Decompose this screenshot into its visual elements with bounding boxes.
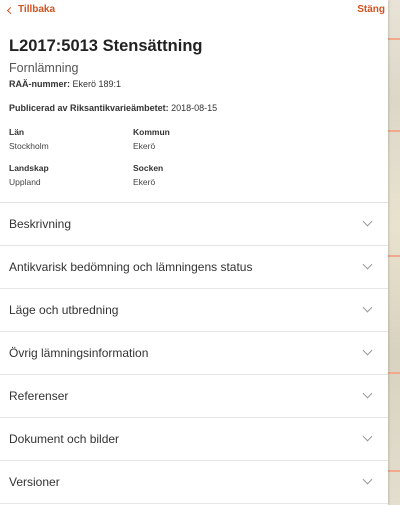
fact-lan: Län Stockholm	[9, 127, 133, 151]
fact-label: Län	[9, 127, 25, 137]
fact-label: Socken	[133, 163, 164, 173]
fact-value: Ekerö	[133, 141, 156, 151]
back-button[interactable]: Tillbaka	[6, 4, 56, 15]
back-button-label: Tillbaka	[18, 4, 56, 15]
section-ovrig-information[interactable]: Övrig lämningsinformation	[0, 332, 388, 375]
fact-label: Kommun	[133, 127, 170, 137]
chevron-down-icon	[362, 388, 373, 399]
section-label: Dokument och bilder	[9, 432, 120, 446]
fact-label: Landskap	[9, 163, 49, 173]
chevron-down-icon	[362, 259, 373, 270]
section-referenser[interactable]: Referenser	[0, 375, 388, 418]
chevron-down-icon	[362, 302, 373, 313]
chevron-down-icon	[362, 474, 373, 485]
raa-number: RAÄ-nummer: Ekerö 189:1	[9, 79, 379, 89]
published-info: Publicerad av Riksantikvarieämbetet: 201…	[9, 103, 379, 113]
page-title: L2017:5013 Stensättning	[9, 37, 203, 55]
chevron-down-icon	[362, 216, 373, 227]
location-facts: Län Stockholm Kommun Ekerö Landskap Uppl…	[9, 127, 379, 202]
section-label: Övrig lämningsinformation	[9, 346, 149, 360]
record-header: L2017:5013 Stensättning Fornlämning RAÄ-…	[0, 22, 388, 202]
section-versioner[interactable]: Versioner	[0, 461, 388, 504]
section-label: Beskrivning	[9, 217, 72, 231]
section-beskrivning[interactable]: Beskrivning	[0, 203, 388, 246]
section-label: Antikvarisk bedömning och lämningens sta…	[9, 260, 253, 274]
fact-value: Stockholm	[9, 141, 49, 151]
fact-socken: Socken Ekerö	[133, 163, 257, 187]
section-label: Versioner	[9, 475, 60, 489]
raa-number-label: RAÄ-nummer:	[9, 79, 71, 89]
chevron-left-icon	[6, 6, 15, 14]
published-label: Publicerad av Riksantikvarieämbetet:	[9, 103, 169, 113]
published-date: 2018-08-15	[171, 103, 218, 113]
details-panel: Tillbaka Stäng L2017:5013 Stensättning F…	[0, 0, 388, 505]
fact-value: Uppland	[9, 177, 41, 187]
fact-kommun: Kommun Ekerö	[133, 127, 257, 151]
section-accordion: Beskrivning Antikvarisk bedömning och lä…	[0, 202, 388, 504]
raa-number-value: Ekerö 189:1	[72, 79, 122, 89]
section-dokument-och-bilder[interactable]: Dokument och bilder	[0, 418, 388, 461]
fact-value: Ekerö	[133, 177, 156, 187]
close-button[interactable]: Stäng	[357, 4, 385, 15]
section-label: Läge och utbredning	[9, 303, 119, 317]
section-label: Referenser	[9, 389, 69, 403]
record-type: Fornlämning	[9, 61, 79, 75]
fact-landskap: Landskap Uppland	[9, 163, 133, 187]
chevron-down-icon	[362, 431, 373, 442]
section-antikvarisk-bedomning[interactable]: Antikvarisk bedömning och lämningens sta…	[0, 246, 388, 289]
map-background[interactable]	[388, 0, 400, 505]
section-lage-och-utbredning[interactable]: Läge och utbredning	[0, 289, 388, 332]
panel-topbar: Tillbaka Stäng	[0, 0, 388, 22]
chevron-down-icon	[362, 345, 373, 356]
